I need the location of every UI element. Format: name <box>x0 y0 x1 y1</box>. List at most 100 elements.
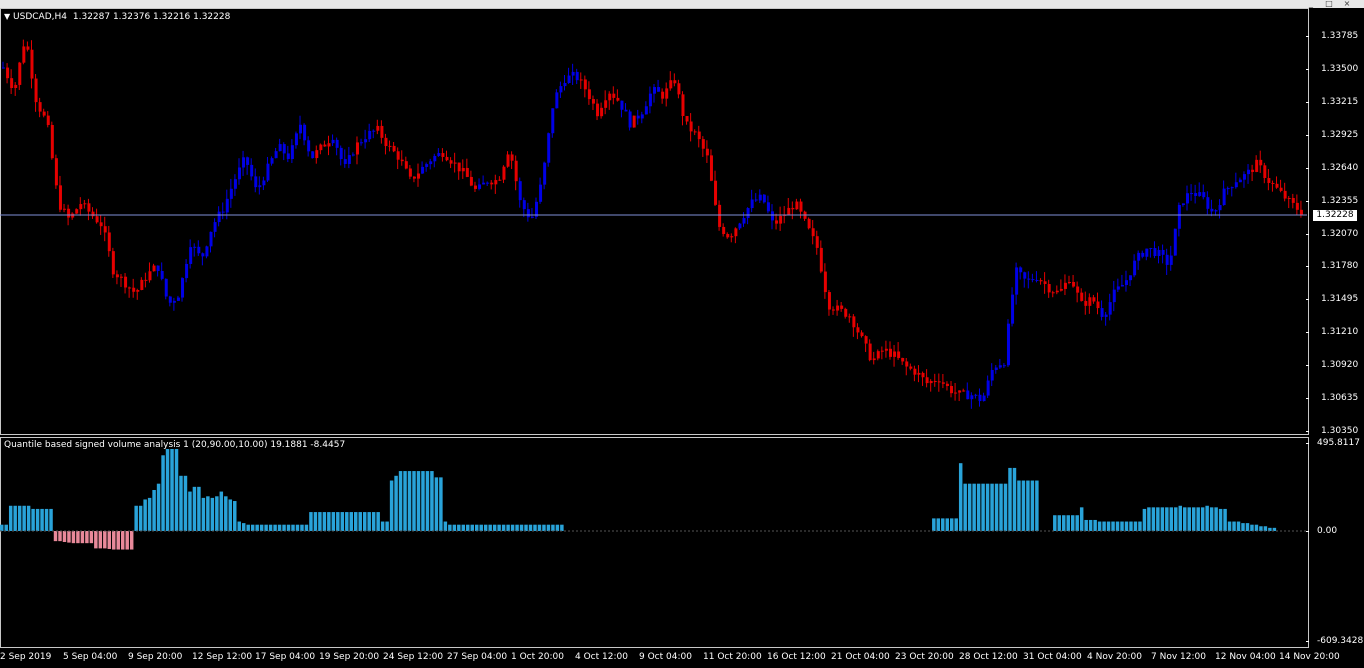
candle-body <box>510 154 514 161</box>
candle-body <box>1043 281 1047 285</box>
candle-body <box>335 139 339 148</box>
positive-volume-bar <box>412 471 416 531</box>
candle-body <box>864 336 868 344</box>
candle-body <box>38 102 42 112</box>
positive-volume-bar <box>376 512 380 531</box>
positive-volume-bar <box>1191 507 1196 531</box>
positive-volume-bar <box>1165 507 1169 531</box>
candle-body <box>1157 249 1161 257</box>
candle-body <box>681 94 685 116</box>
positive-volume-bar <box>941 518 945 531</box>
positive-volume-bar <box>1259 526 1263 531</box>
candle-body <box>372 130 376 132</box>
candle-body <box>832 309 836 311</box>
candle-body <box>482 182 486 185</box>
price-tick-label: 1.31780 <box>1305 261 1358 271</box>
positive-volume-bar <box>179 475 183 531</box>
indicator-tick-label: 0.00 <box>1305 526 1337 536</box>
candle-body <box>709 155 713 181</box>
positive-volume-bar <box>291 524 295 531</box>
candle-body <box>124 276 128 288</box>
candle-body <box>1198 192 1202 196</box>
positive-volume-bar <box>165 448 170 531</box>
candle-body <box>547 133 551 163</box>
price-tick-label: 1.32925 <box>1305 130 1358 140</box>
positive-volume-bar <box>1057 515 1062 531</box>
positive-volume-bar <box>4 524 8 531</box>
candle-body <box>644 106 648 115</box>
candle-body <box>498 179 502 181</box>
positive-volume-bar <box>228 499 233 531</box>
candle-body <box>730 236 734 238</box>
positive-volume-bar <box>457 524 461 531</box>
candle-body <box>506 154 510 167</box>
candle-body <box>437 153 441 156</box>
candle-body <box>270 158 274 164</box>
candle-body <box>421 166 425 174</box>
price-tick-label: 1.31495 <box>1305 294 1358 304</box>
candle-body <box>543 162 547 185</box>
candle-body <box>258 185 262 188</box>
candle-body <box>819 247 823 272</box>
candle-body <box>1002 365 1006 367</box>
candle-body <box>701 139 705 149</box>
candle-body <box>836 305 840 311</box>
positive-volume-bar <box>250 524 255 531</box>
positive-volume-bar <box>300 524 304 531</box>
positive-volume-bar <box>1093 519 1097 531</box>
triangle-down-icon[interactable]: ▼ <box>4 12 10 21</box>
candle-body <box>339 147 343 160</box>
candle-body <box>665 88 669 99</box>
positive-volume-bar <box>1169 507 1174 531</box>
positive-volume-bar <box>241 523 246 531</box>
candle-body <box>1275 183 1279 188</box>
positive-volume-bar <box>394 475 398 531</box>
positive-volume-bar <box>492 524 497 531</box>
candle-body <box>486 182 490 184</box>
candle-body <box>1076 286 1080 293</box>
candle-body <box>384 137 388 147</box>
positive-volume-bar <box>156 483 161 531</box>
candle-body <box>966 390 970 400</box>
positive-volume-bar <box>286 524 291 531</box>
candle-body <box>1023 272 1027 279</box>
candle-body <box>34 78 38 103</box>
candle-body <box>299 124 303 134</box>
candle-body <box>685 115 689 122</box>
candle-body <box>449 160 453 164</box>
positive-volume-bar <box>443 521 448 531</box>
candle-body <box>1047 284 1051 293</box>
candle-body <box>54 158 58 186</box>
candle-body <box>412 176 416 179</box>
positive-volume-bar <box>215 496 219 531</box>
candle-body <box>1133 260 1137 276</box>
positive-volume-bar <box>1102 521 1106 531</box>
candle-body <box>714 180 718 205</box>
candle-body <box>718 204 722 227</box>
time-axis-label: 31 Oct 04:00 <box>1023 652 1082 662</box>
candle-body <box>1063 282 1067 289</box>
candle-body <box>868 343 872 361</box>
candle-body <box>400 159 404 162</box>
positive-volume-bar <box>1196 507 1200 531</box>
negative-volume-bar <box>85 531 89 544</box>
candle-body <box>1129 275 1133 281</box>
candle-body <box>115 274 119 278</box>
candle-body <box>823 271 827 293</box>
candle-body <box>315 150 319 159</box>
candle-body <box>1084 300 1088 306</box>
positive-volume-bar <box>1151 507 1156 531</box>
positive-volume-bar <box>210 497 215 531</box>
positive-volume-bar <box>519 524 524 531</box>
candle-body <box>913 368 917 375</box>
negative-volume-bar <box>53 531 58 542</box>
positive-volume-bar <box>22 505 26 531</box>
candle-body <box>6 67 10 79</box>
candle-body <box>294 133 298 146</box>
positive-volume-bar <box>551 524 555 531</box>
candle-body <box>591 99 595 104</box>
candle-body <box>925 377 929 384</box>
positive-volume-bar <box>1115 521 1120 531</box>
positive-volume-bar <box>434 477 439 531</box>
candle-body <box>742 218 746 224</box>
